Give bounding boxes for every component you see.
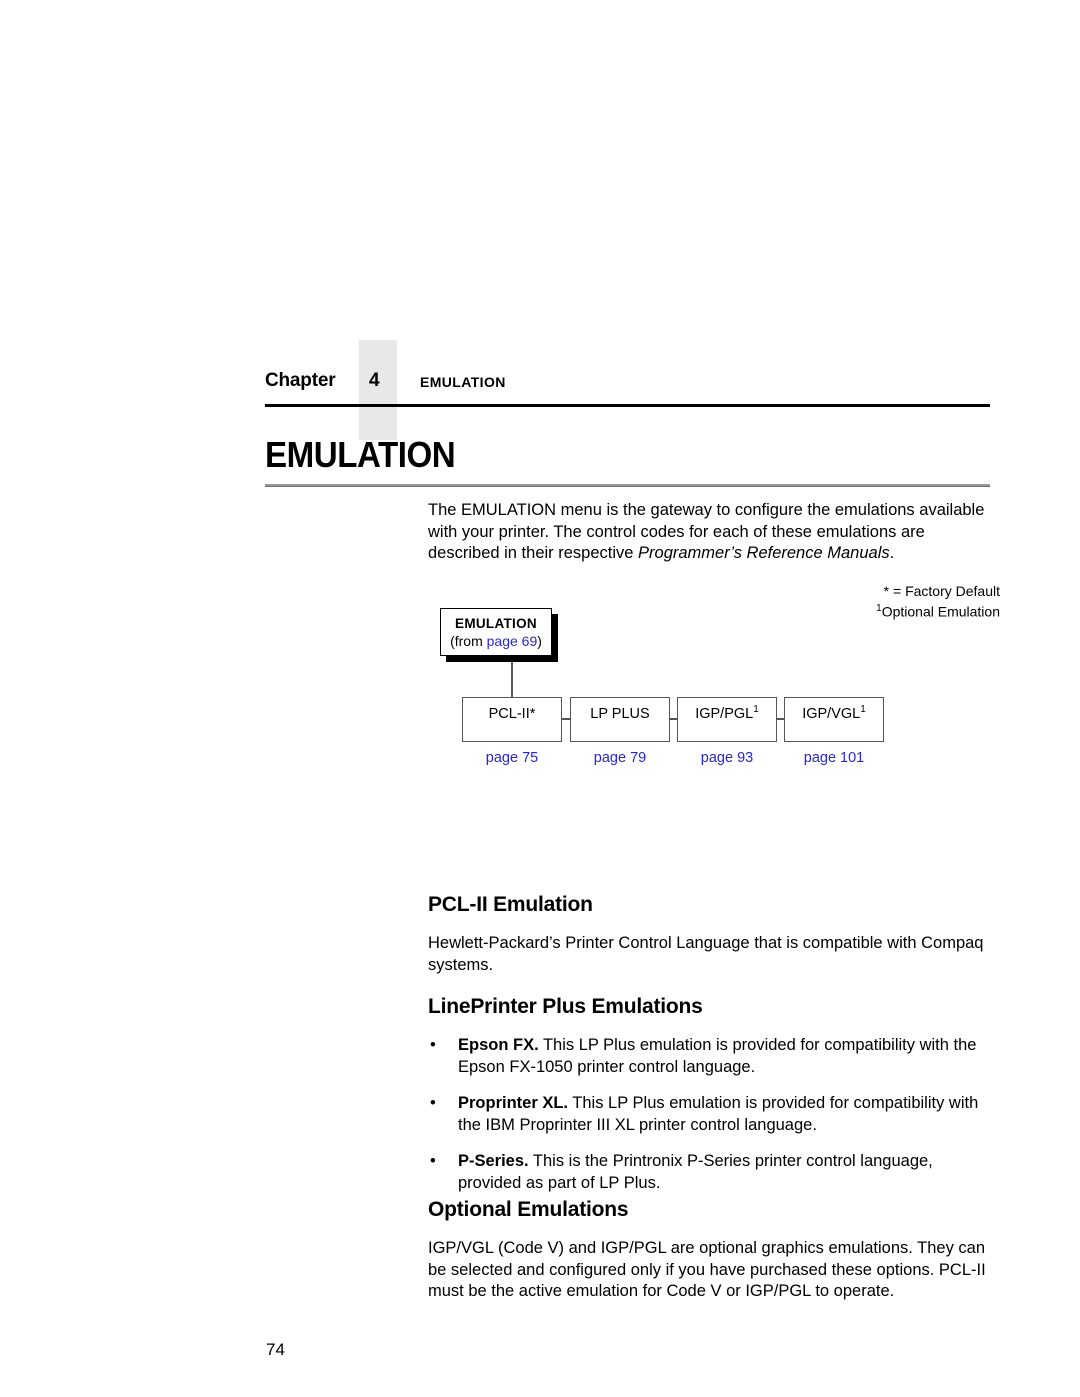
emulation-menu-map: * = Factory Default 1Optional Emulation … (440, 582, 1000, 777)
node-label-igp-pgl: IGP/PGL1 (678, 704, 776, 722)
page-number: 74 (266, 1340, 285, 1359)
diagram-legend: * = Factory Default 1Optional Emulation (876, 582, 1000, 621)
diagram-node-igp-vgl[interactable]: IGP/VGL1 (784, 697, 884, 742)
root-node-title: EMULATION (455, 616, 537, 631)
section-optional-emulations: Optional Emulations IGP/VGL (Code V) and… (428, 1198, 990, 1303)
section-heading-pcl-ii: PCL-II Emulation (428, 893, 593, 916)
node-label-pcl-ii: PCL-II* (463, 704, 561, 722)
list-item: • Epson FX. This LP Plus emulation is pr… (428, 1035, 990, 1078)
node-text-igp-vgl: IGP/VGL (802, 705, 861, 722)
bullet-marker-icon: • (430, 1094, 436, 1113)
page-title: EMULATION (265, 434, 456, 475)
page-link-pcl-ii[interactable]: page 75 (462, 750, 562, 766)
root-page-link[interactable]: page 69 (487, 633, 538, 649)
running-header-title: EMULATION (420, 374, 506, 390)
diagram-node-pcl-ii[interactable]: PCL-II* (462, 697, 562, 742)
node-text-lp-plus: LP PLUS (590, 705, 650, 722)
bullet-term-epson-fx: Epson FX. (458, 1036, 539, 1055)
header-rule (265, 404, 990, 407)
bullet-marker-icon: • (430, 1152, 436, 1171)
page-link-lp-plus[interactable]: page 79 (570, 750, 670, 766)
bullet-marker-icon: • (430, 1036, 436, 1055)
root-from-prefix: (from (450, 633, 487, 649)
chapter-word-label: Chapter (265, 370, 336, 391)
bullet-term-p-series: P-Series. (458, 1152, 529, 1171)
section-body-pcl-ii: Hewlett-Packard’s Printer Control Langua… (428, 934, 984, 974)
diagram-node-emulation-root: EMULATION (from page 69) (440, 608, 552, 656)
connector-root-to-children (511, 656, 513, 697)
lineprinter-bullet-list: • Epson FX. This LP Plus emulation is pr… (428, 1035, 990, 1194)
chapter-number-label: 4 (369, 370, 380, 391)
node-text-igp-pgl: IGP/PGL (695, 705, 754, 722)
bullet-term-proprinter-xl: Proprinter XL. (458, 1094, 569, 1113)
page-link-igp-pgl[interactable]: page 93 (677, 750, 777, 766)
section-heading-lineprinter-plus: LinePrinter Plus Emulations (428, 995, 703, 1018)
node-label-igp-vgl: IGP/VGL1 (785, 704, 883, 722)
intro-text-part2: . (889, 544, 895, 562)
root-from-suffix: ) (537, 633, 542, 649)
section-pcl-ii: PCL-II Emulation Hewlett-Packard’s Print… (428, 893, 990, 976)
intro-italic-title: Programmer’s Reference Manuals (638, 544, 890, 562)
legend-optional-text: Optional Emulation (881, 603, 1000, 620)
diagram-node-igp-pgl[interactable]: IGP/PGL1 (677, 697, 777, 742)
section-body-optional-emulations: IGP/VGL (Code V) and IGP/PGL are optiona… (428, 1239, 986, 1301)
list-item: • P-Series. This is the Printronix P-Ser… (428, 1151, 990, 1194)
intro-paragraph-block: The EMULATION menu is the gateway to con… (428, 500, 990, 565)
intro-paragraph: The EMULATION menu is the gateway to con… (428, 500, 990, 565)
node-label-lp-plus: LP PLUS (571, 704, 669, 722)
document-page: Chapter 4 EMULATION EMULATION The EMULAT… (0, 0, 1080, 1397)
root-node-source: (from page 69) (441, 633, 551, 649)
node-sup-igp-pgl: 1 (753, 704, 759, 715)
section-heading-optional-emulations: Optional Emulations (428, 1198, 629, 1221)
title-rule (265, 484, 990, 487)
bullet-text-p-series: This is the Printronix P-Series printer … (458, 1152, 933, 1192)
diagram-node-lp-plus[interactable]: LP PLUS (570, 697, 670, 742)
node-sup-igp-vgl: 1 (860, 704, 866, 715)
page-link-igp-vgl[interactable]: page 101 (784, 750, 884, 766)
legend-optional-emulation: 1Optional Emulation (876, 600, 1000, 621)
node-text-pcl-ii: PCL-II* (488, 705, 536, 722)
list-item: • Proprinter XL. This LP Plus emulation … (428, 1093, 990, 1136)
legend-factory-default: * = Factory Default (883, 583, 1000, 599)
section-lineprinter-plus: LinePrinter Plus Emulations • Epson FX. … (428, 995, 990, 1209)
running-header: Chapter 4 EMULATION (265, 340, 990, 440)
